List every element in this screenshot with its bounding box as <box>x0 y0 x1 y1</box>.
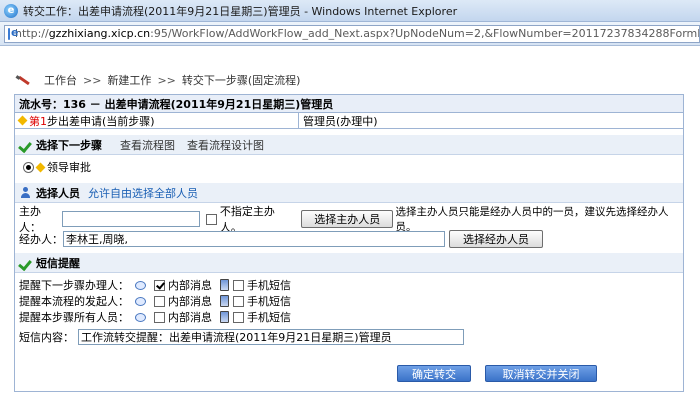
pencil-icon <box>16 73 30 87</box>
step-number: 第1 <box>29 114 47 128</box>
breadcrumb-item-current: 转交下一步骤(固定流程) <box>181 74 301 87</box>
view-flowchart-link[interactable]: 查看流程图 <box>120 137 175 153</box>
reminder-label: 提醒本流程的发起人： <box>19 295 129 308</box>
flow-header: 流水号：136 － 出差申请流程(2011年9月21日星期三)管理员 <box>15 95 683 113</box>
mobile-sms-label: 手机短信 <box>247 279 291 292</box>
action-bar: 确定转交 取消转交并关闭 <box>397 365 597 382</box>
internal-message-label: 内部消息 <box>168 295 212 308</box>
handler-input[interactable] <box>63 231 445 247</box>
internal-message-checkbox[interactable] <box>154 311 165 323</box>
window-titlebar: e 转交工作：出差申请流程(2011年9月21日星期三)管理员 - Window… <box>0 0 700 22</box>
url-path: :95/WorkFlow/AddWorkFlow_add_Next.aspx?U… <box>150 27 700 40</box>
sms-title: 短信提醒 <box>36 256 80 270</box>
current-step-cell: 第1 步出差申请(当前步骤) <box>15 113 299 128</box>
internal-message-label: 内部消息 <box>168 279 212 292</box>
host-input[interactable] <box>62 211 201 227</box>
breadcrumb: 工作台 >> 新建工作 >> 转交下一步骤(固定流程) <box>16 72 300 88</box>
sms-content-input[interactable] <box>78 329 464 345</box>
mobile-icon <box>220 311 229 323</box>
internal-message-checkbox[interactable] <box>154 279 165 291</box>
url-field[interactable]: http://gzzhixiang.xicp.cn:95/WorkFlow/Ad… <box>4 24 700 43</box>
url-scheme: http:// <box>15 27 49 40</box>
no-host-checkbox[interactable] <box>206 213 217 225</box>
diamond-icon <box>17 115 28 126</box>
personnel-title: 选择人员 <box>36 186 80 200</box>
mobile-icon <box>220 279 229 291</box>
handler-label: 经办人： <box>19 233 63 246</box>
url-host: gzzhixiang.xicp.cn <box>48 27 151 40</box>
user-icon <box>19 186 32 199</box>
current-step-row: 第1 步出差申请(当前步骤) 管理员(办理中) <box>15 113 683 129</box>
transfer-panel: 流水号：136 － 出差申请流程(2011年9月21日星期三)管理员 第1 步出差… <box>14 94 684 392</box>
reminder-label: 提醒本步骤所有人员： <box>19 311 129 324</box>
mobile-icon <box>220 295 229 307</box>
message-icon <box>135 280 146 290</box>
next-step-option[interactable]: 领导审批 <box>15 155 683 179</box>
window-title: 转交工作：出差申请流程(2011年9月21日星期三)管理员 - Windows … <box>23 4 458 18</box>
confirm-transfer-button[interactable]: 确定转交 <box>397 365 471 382</box>
check-icon <box>19 256 32 269</box>
mobile-sms-checkbox[interactable] <box>233 295 244 307</box>
mobile-sms-label: 手机短信 <box>247 295 291 308</box>
view-design-link[interactable]: 查看流程设计图 <box>187 137 264 153</box>
sms-content-label: 短信内容： <box>19 331 74 344</box>
breadcrumb-item-new-work[interactable]: 新建工作 <box>107 72 151 88</box>
cancel-transfer-button[interactable]: 取消转交并关闭 <box>485 365 597 382</box>
page-icon <box>8 26 18 40</box>
sms-content-row: 短信内容： <box>15 327 683 347</box>
mobile-sms-label: 手机短信 <box>247 311 291 324</box>
next-step-header: 选择下一步骤 查看流程图 查看流程设计图 <box>15 135 683 155</box>
sms-header: 短信提醒 <box>15 253 683 273</box>
address-bar: http://gzzhixiang.xicp.cn:95/WorkFlow/Ad… <box>0 22 700 46</box>
mobile-sms-checkbox[interactable] <box>233 311 244 323</box>
breadcrumb-separator: >> <box>157 73 176 87</box>
host-row: 主办人： 不指定主办人。 选择主办人员 选择主办人员只能是经办人员中的一员，建议… <box>15 205 683 234</box>
reminder-row-step-all: 提醒本步骤所有人员： 内部消息 手机短信 <box>15 309 683 325</box>
reminder-row-initiator: 提醒本流程的发起人： 内部消息 手机短信 <box>15 293 683 309</box>
message-icon <box>135 312 146 322</box>
internal-message-checkbox[interactable] <box>154 295 165 307</box>
next-step-radio[interactable] <box>23 161 34 173</box>
message-icon <box>135 296 146 306</box>
ie-logo-icon: e <box>4 3 18 18</box>
choose-host-button[interactable]: 选择主办人员 <box>301 210 394 228</box>
reminder-label: 提醒下一步骤办理人： <box>19 279 129 292</box>
diamond-icon <box>35 162 46 172</box>
breadcrumb-separator: >> <box>83 73 102 87</box>
mobile-sms-checkbox[interactable] <box>233 279 244 291</box>
reminder-row-next-handler: 提醒下一步骤办理人： 内部消息 手机短信 <box>15 277 683 293</box>
breadcrumb-item-workbench[interactable]: 工作台 <box>44 72 77 88</box>
next-step-option-label: 领导审批 <box>47 161 91 174</box>
next-step-title: 选择下一步骤 <box>36 138 102 152</box>
free-select-link[interactable]: 允许自由选择全部人员 <box>88 185 198 201</box>
personnel-header: 选择人员 允许自由选择全部人员 <box>15 183 683 203</box>
internal-message-label: 内部消息 <box>168 311 212 324</box>
check-icon <box>19 138 32 151</box>
step-label: 步出差申请(当前步骤) <box>47 114 155 128</box>
choose-handler-button[interactable]: 选择经办人员 <box>449 230 543 248</box>
page-content: 工作台 >> 新建工作 >> 转交下一步骤(固定流程) 流水号：136 － 出差… <box>0 46 700 402</box>
step-handler: 管理员(办理中) <box>303 114 378 128</box>
